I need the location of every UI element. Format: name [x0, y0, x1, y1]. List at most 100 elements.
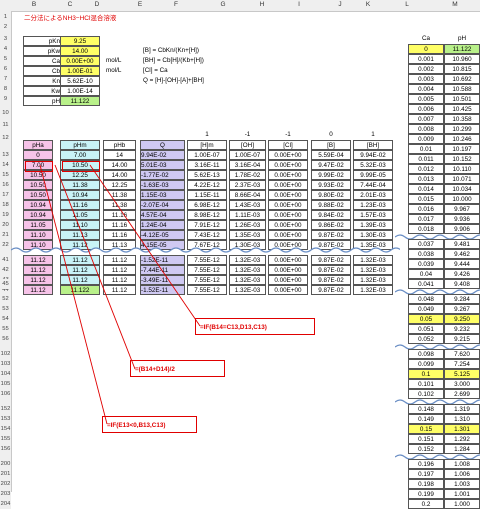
table-cell-r19-c3[interactable]: 4.57E-04: [140, 210, 185, 220]
table-cell-r13-c0[interactable]: 0: [23, 150, 53, 160]
table-cell-r20-c5[interactable]: 1.26E-03: [229, 220, 266, 230]
row-number-16[interactable]: 16: [0, 180, 11, 190]
row-number-19[interactable]: 19: [0, 210, 11, 220]
right-ca-8[interactable]: 0.004: [408, 84, 444, 94]
row-number-18[interactable]: 18: [0, 200, 11, 210]
right-ph-43[interactable]: 9.444: [444, 259, 480, 269]
right-ph-54[interactable]: 9.250: [444, 314, 480, 324]
table-cell-r20-c3[interactable]: 1.24E-04: [140, 220, 185, 230]
row-number-21[interactable]: 21: [0, 230, 11, 240]
row-number-104[interactable]: 104: [0, 369, 11, 379]
table-cell-r42-c8[interactable]: 1.32E-03: [353, 265, 393, 275]
right-ca-53[interactable]: 0.049: [408, 304, 444, 314]
right-ph-7[interactable]: 10.692: [444, 74, 480, 84]
table-cell-r21-c1[interactable]: 11.13: [60, 230, 100, 240]
row-number-1[interactable]: 1: [0, 12, 11, 22]
table-cell-r21-c7[interactable]: 9.87E-02: [311, 230, 351, 240]
row-number-15[interactable]: 15: [0, 170, 11, 180]
table-cell-r21-c8[interactable]: 1.30E-03: [353, 230, 393, 240]
table-cell-r20-c0[interactable]: 11.05: [23, 220, 53, 230]
row-number-41[interactable]: 41: [0, 255, 11, 265]
table-cell-r18-c7[interactable]: 9.88E-02: [311, 200, 351, 210]
right-ca-6[interactable]: 0.002: [408, 64, 444, 74]
table-cell-r43-c3[interactable]: -3.49E-11: [140, 275, 185, 285]
table-cell-r43-c5[interactable]: 1.32E-03: [229, 275, 266, 285]
row-number-200[interactable]: 200: [0, 459, 11, 469]
right-ca-7[interactable]: 0.003: [408, 74, 444, 84]
table-cell-r20-c4[interactable]: 7.91E-12: [187, 220, 227, 230]
right-ca-5[interactable]: 0.001: [408, 54, 444, 64]
right-ca-42[interactable]: 0.038: [408, 249, 444, 259]
right-ph-53[interactable]: 9.267: [444, 304, 480, 314]
table-cell-r44-c6[interactable]: 0.00E+00: [268, 285, 308, 295]
row-number-156[interactable]: 156: [0, 444, 11, 454]
right-ph-14[interactable]: 10.197: [444, 144, 480, 154]
row-number-13[interactable]: 13: [0, 150, 11, 160]
table-cell-r44-c0[interactable]: 11.12: [23, 285, 53, 295]
right-ca-44[interactable]: 0.04: [408, 269, 444, 279]
table-cell-r16-c2[interactable]: 12.25: [103, 180, 136, 190]
right-ph-18[interactable]: 10.034: [444, 184, 480, 194]
table-cell-r42-c0[interactable]: 11.12: [23, 265, 53, 275]
table-cell-r16-c0[interactable]: 10.50: [23, 180, 53, 190]
right-ph-152[interactable]: 1.319: [444, 404, 480, 414]
table-cell-r16-c3[interactable]: -1.63E-03: [140, 180, 185, 190]
right-ph-52[interactable]: 9.284: [444, 294, 480, 304]
right-ph-155[interactable]: 1.292: [444, 434, 480, 444]
right-ph-200[interactable]: 1.008: [444, 459, 480, 469]
table-cell-r17-c5[interactable]: 8.66E-04: [229, 190, 266, 200]
table-cell-r16-c5[interactable]: 2.37E-03: [229, 180, 266, 190]
table-cell-r41-c7[interactable]: 9.87E-02: [311, 255, 351, 265]
right-ph-19[interactable]: 10.000: [444, 194, 480, 204]
row-number-54[interactable]: 54: [0, 314, 11, 324]
table-cell-r13-c4[interactable]: 1.00E-07: [187, 150, 227, 160]
table-cell-r18-c4[interactable]: 6.98E-12: [187, 200, 227, 210]
table-cell-r14-c4[interactable]: 3.16E-11: [187, 160, 227, 170]
table-cell-r21-c0[interactable]: 11.10: [23, 230, 53, 240]
row-number-55[interactable]: 55: [0, 324, 11, 334]
table-cell-r42-c2[interactable]: 11.12: [103, 265, 136, 275]
table-cell-r44-c2[interactable]: 11.12: [103, 285, 136, 295]
table-cell-r43-c6[interactable]: 0.00E+00: [268, 275, 308, 285]
right-ph-4[interactable]: 11.122: [444, 44, 480, 54]
table-cell-r41-c1[interactable]: 11.12: [60, 255, 100, 265]
right-ca-102[interactable]: 0.098: [408, 349, 444, 359]
right-ph-10[interactable]: 10.425: [444, 104, 480, 114]
table-cell-r19-c6[interactable]: 0.00E+00: [268, 210, 308, 220]
right-ph-154[interactable]: 1.301: [444, 424, 480, 434]
table-cell-r21-c4[interactable]: 7.43E-12: [187, 230, 227, 240]
right-ca-11[interactable]: 0.007: [408, 114, 444, 124]
table-cell-r41-c5[interactable]: 1.32E-03: [229, 255, 266, 265]
right-ph-104[interactable]: 5.125: [444, 369, 480, 379]
table-cell-r15-c7[interactable]: 9.99E-02: [311, 170, 351, 180]
row-number-204[interactable]: 204: [0, 499, 11, 509]
table-cell-r15-c4[interactable]: 5.62E-13: [187, 170, 227, 180]
table-cell-r15-c5[interactable]: 1.78E-02: [229, 170, 266, 180]
table-cell-r13-c2[interactable]: 14: [103, 150, 136, 160]
column-letter-E[interactable]: E: [135, 1, 145, 8]
right-ca-9[interactable]: 0.005: [408, 94, 444, 104]
right-ph-16[interactable]: 10.110: [444, 164, 480, 174]
right-ph-20[interactable]: 9.967: [444, 204, 480, 214]
table-cell-r13-c7[interactable]: 5.59E-04: [311, 150, 351, 160]
column-letter-F[interactable]: F: [171, 1, 181, 8]
param-value-pKw[interactable]: 14.00: [60, 46, 100, 56]
right-ph-153[interactable]: 1.310: [444, 414, 480, 424]
table-cell-r18-c3[interactable]: -2.07E-04: [140, 200, 185, 210]
right-ca-12[interactable]: 0.008: [408, 124, 444, 134]
table-cell-r19-c7[interactable]: 9.84E-02: [311, 210, 351, 220]
table-cell-r43-c1[interactable]: 11.12: [60, 275, 100, 285]
table-cell-r18-c2[interactable]: 11.38: [103, 200, 136, 210]
right-ph-201[interactable]: 1.006: [444, 469, 480, 479]
row-number-153[interactable]: 153: [0, 414, 11, 424]
right-ca-43[interactable]: 0.039: [408, 259, 444, 269]
right-ph-44[interactable]: 9.426: [444, 269, 480, 279]
row-number-154[interactable]: 154: [0, 424, 11, 434]
right-ca-104[interactable]: 0.1: [408, 369, 444, 379]
right-ca-19[interactable]: 0.015: [408, 194, 444, 204]
table-cell-r18-c5[interactable]: 1.43E-03: [229, 200, 266, 210]
table-cell-r16-c7[interactable]: 9.93E-02: [311, 180, 351, 190]
right-ph-105[interactable]: 3.000: [444, 379, 480, 389]
table-cell-r13-c3[interactable]: 9.94E-02: [140, 150, 185, 160]
table-cell-r20-c1[interactable]: 11.10: [60, 220, 100, 230]
